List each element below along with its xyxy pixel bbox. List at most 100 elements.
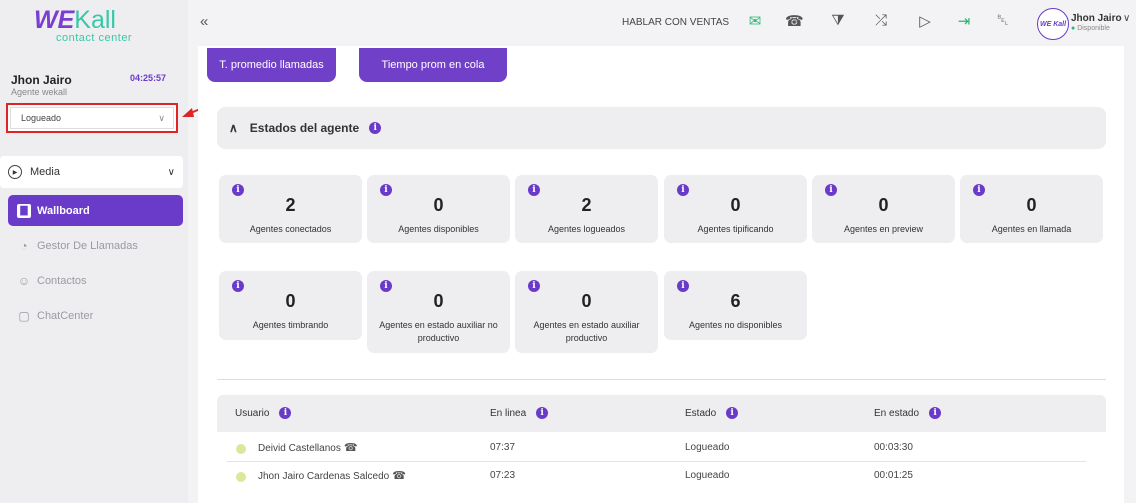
stat-value: 0 <box>581 291 592 311</box>
chat-icon: ▢ <box>18 308 30 323</box>
cell-state: Logueado <box>685 442 730 453</box>
stat-label: Agentes en estado auxiliar no productivo <box>379 320 498 343</box>
stat-card-aux-productive: i 0 Agentes en estado auxiliar productiv… <box>515 271 658 353</box>
sidebar-item-label: Contactos <box>37 274 87 287</box>
bell-icon[interactable]: ␇ <box>994 12 1012 29</box>
logo-kall: Kall <box>74 6 116 34</box>
info-icon[interactable]: i <box>929 407 942 419</box>
header-user-status: ● Disponible <box>1071 25 1110 32</box>
sidebar-item-label: ChatCenter <box>37 309 94 322</box>
stat-label: Agentes en estado auxiliar productivo <box>533 320 640 343</box>
user-name: Deivid Castellanos <box>258 443 341 454</box>
gauge-icon: ◔ <box>20 238 28 253</box>
logo-we: WE <box>34 6 75 34</box>
stat-value: 6 <box>730 291 741 311</box>
tab-average-queue-time[interactable]: Tiempo prom en cola <box>359 48 507 82</box>
stat-label: Agentes en llamada <box>991 224 1072 234</box>
cell-time-in-state: 00:01:25 <box>874 470 913 481</box>
info-icon[interactable]: i <box>279 407 292 419</box>
stat-label: Agentes conectados <box>249 224 332 234</box>
info-icon[interactable]: i <box>369 122 382 134</box>
stat-value: 0 <box>285 291 296 311</box>
header-user-name[interactable]: Jhon Jairo <box>1071 13 1122 24</box>
stat-card-logged-in: i 2 Agentes logueados <box>515 175 658 243</box>
phone-icon[interactable]: ☎ <box>392 470 406 482</box>
agent-role: Agente wekall <box>11 87 68 97</box>
sidebar-item-label: Gestor De Llamadas <box>37 239 138 252</box>
column-header-label: En estado <box>874 407 920 419</box>
cell-online: 07:23 <box>490 470 516 481</box>
media-dropdown[interactable]: ▶ Media ∨ <box>0 156 183 188</box>
play-icon[interactable]: ▷ <box>916 12 934 30</box>
wallboard-panel: T. promedio llamadas Tiempo prom en cola… <box>198 46 1124 503</box>
info-icon[interactable]: i <box>536 407 549 419</box>
stat-label: Agentes no disponibles <box>688 320 783 330</box>
wekall-logo[interactable]: WEKall contact center <box>34 6 149 44</box>
cell-online: 07:37 <box>490 442 516 453</box>
stat-card-connected: i 2 Agentes conectados <box>219 175 362 243</box>
table-row[interactable]: Jhon Jairo Cardenas Salcedo ☎ 07:23 Logue… <box>217 462 1106 490</box>
agent-timer: 04:25:57 <box>130 73 167 83</box>
status-dot-icon <box>236 444 246 454</box>
section-title: Estados del agente <box>249 121 360 135</box>
column-header-time-in-state[interactable]: En estado i <box>874 407 942 419</box>
agent-states-section-header[interactable]: ∧ Estados del agente i <box>217 107 1106 149</box>
user-menu-chevron-icon[interactable]: ∨ <box>1123 13 1130 24</box>
stat-value: 0 <box>878 195 889 215</box>
column-header-label: En linea <box>490 407 527 419</box>
mail-icon[interactable]: ✉ <box>746 12 764 30</box>
agent-name: Jhon Jairo <box>11 73 72 87</box>
bar-chart-icon: ▇ <box>17 203 31 218</box>
stat-label: Agentes en preview <box>843 224 924 234</box>
filter-icon[interactable]: ⧩ <box>829 12 847 29</box>
column-header-user[interactable]: Usuario i <box>235 407 292 419</box>
tab-average-call-time[interactable]: T. promedio llamadas <box>207 48 336 82</box>
logo-subtitle: contact center <box>56 32 133 44</box>
stat-label: Agentes disponibles <box>398 224 479 234</box>
media-label: Media <box>30 166 60 178</box>
login-icon[interactable]: ⇥ <box>955 12 973 30</box>
chevron-up-icon: ∧ <box>229 121 238 135</box>
top-header: « HABLAR CON VENTAS ✉ ☎ ⧩ ⤮ ▷ ⇥ ␇ WE Kal… <box>188 0 1136 46</box>
status-dot-icon: ● <box>1071 25 1076 32</box>
logo-wordmark: WEKall <box>34 6 116 34</box>
stat-value: 0 <box>433 195 444 215</box>
divider <box>217 379 1106 380</box>
sidebar: WEKall contact center Jhon Jairo Agente … <box>0 0 188 503</box>
stat-card-on-call: i 0 Agentes en llamada <box>960 175 1103 243</box>
collapse-sidebar-icon[interactable]: « <box>200 13 208 30</box>
column-header-online[interactable]: En linea i <box>490 407 549 419</box>
stat-card-typing: i 0 Agentes tipificando <box>664 175 807 243</box>
table-row[interactable]: Deivid Castellanos ☎ 07:37 Logueado 00:03… <box>217 434 1106 462</box>
stat-value: 0 <box>730 195 741 215</box>
sidebar-item-contactos[interactable]: ☺ Contactos <box>8 265 183 296</box>
user-avatar[interactable]: WE Kall <box>1037 8 1069 40</box>
agent-status-select[interactable]: Logueado ∨ <box>6 103 178 133</box>
cell-time-in-state: 00:03:30 <box>874 442 913 453</box>
stat-card-ringing: i 0 Agentes timbrando <box>219 271 362 340</box>
stat-card-preview: i 0 Agentes en preview <box>812 175 955 243</box>
sidebar-item-gestor-de-llamadas[interactable]: ◔ Gestor De Llamadas <box>8 230 183 261</box>
stat-label: Agentes logueados <box>547 224 626 234</box>
phone-icon[interactable]: ☎ <box>785 12 804 30</box>
talk-to-sales-link[interactable]: HABLAR CON VENTAS <box>622 17 729 28</box>
agents-table-header: Usuario i En linea i Estado i En estado … <box>217 395 1106 432</box>
stat-card-available: i 0 Agentes disponibles <box>367 175 510 243</box>
sidebar-item-chatcenter[interactable]: ▢ ChatCenter <box>8 300 183 331</box>
user-name: Jhon Jairo Cardenas Salcedo <box>258 471 390 482</box>
sidebar-item-label: Wallboard <box>37 204 90 217</box>
play-circle-icon: ▶ <box>8 165 22 179</box>
chevron-down-icon: ∨ <box>167 166 175 178</box>
stat-value: 0 <box>1026 195 1037 215</box>
phone-icon[interactable]: ☎ <box>344 442 358 454</box>
info-icon[interactable]: i <box>726 407 739 419</box>
stat-label: Agentes timbrando <box>252 320 329 330</box>
shuffle-icon[interactable]: ⤮ <box>872 12 890 29</box>
stat-label: Agentes tipificando <box>697 224 774 234</box>
stat-card-aux-non-productive: i 0 Agentes en estado auxiliar no produc… <box>367 271 510 353</box>
cell-user: Jhon Jairo Cardenas Salcedo ☎ <box>258 469 406 482</box>
chevron-down-icon: ∨ <box>158 112 165 123</box>
status-dot-icon <box>236 472 246 482</box>
column-header-state[interactable]: Estado i <box>685 407 739 419</box>
sidebar-item-wallboard[interactable]: ▇ Wallboard <box>8 195 183 226</box>
